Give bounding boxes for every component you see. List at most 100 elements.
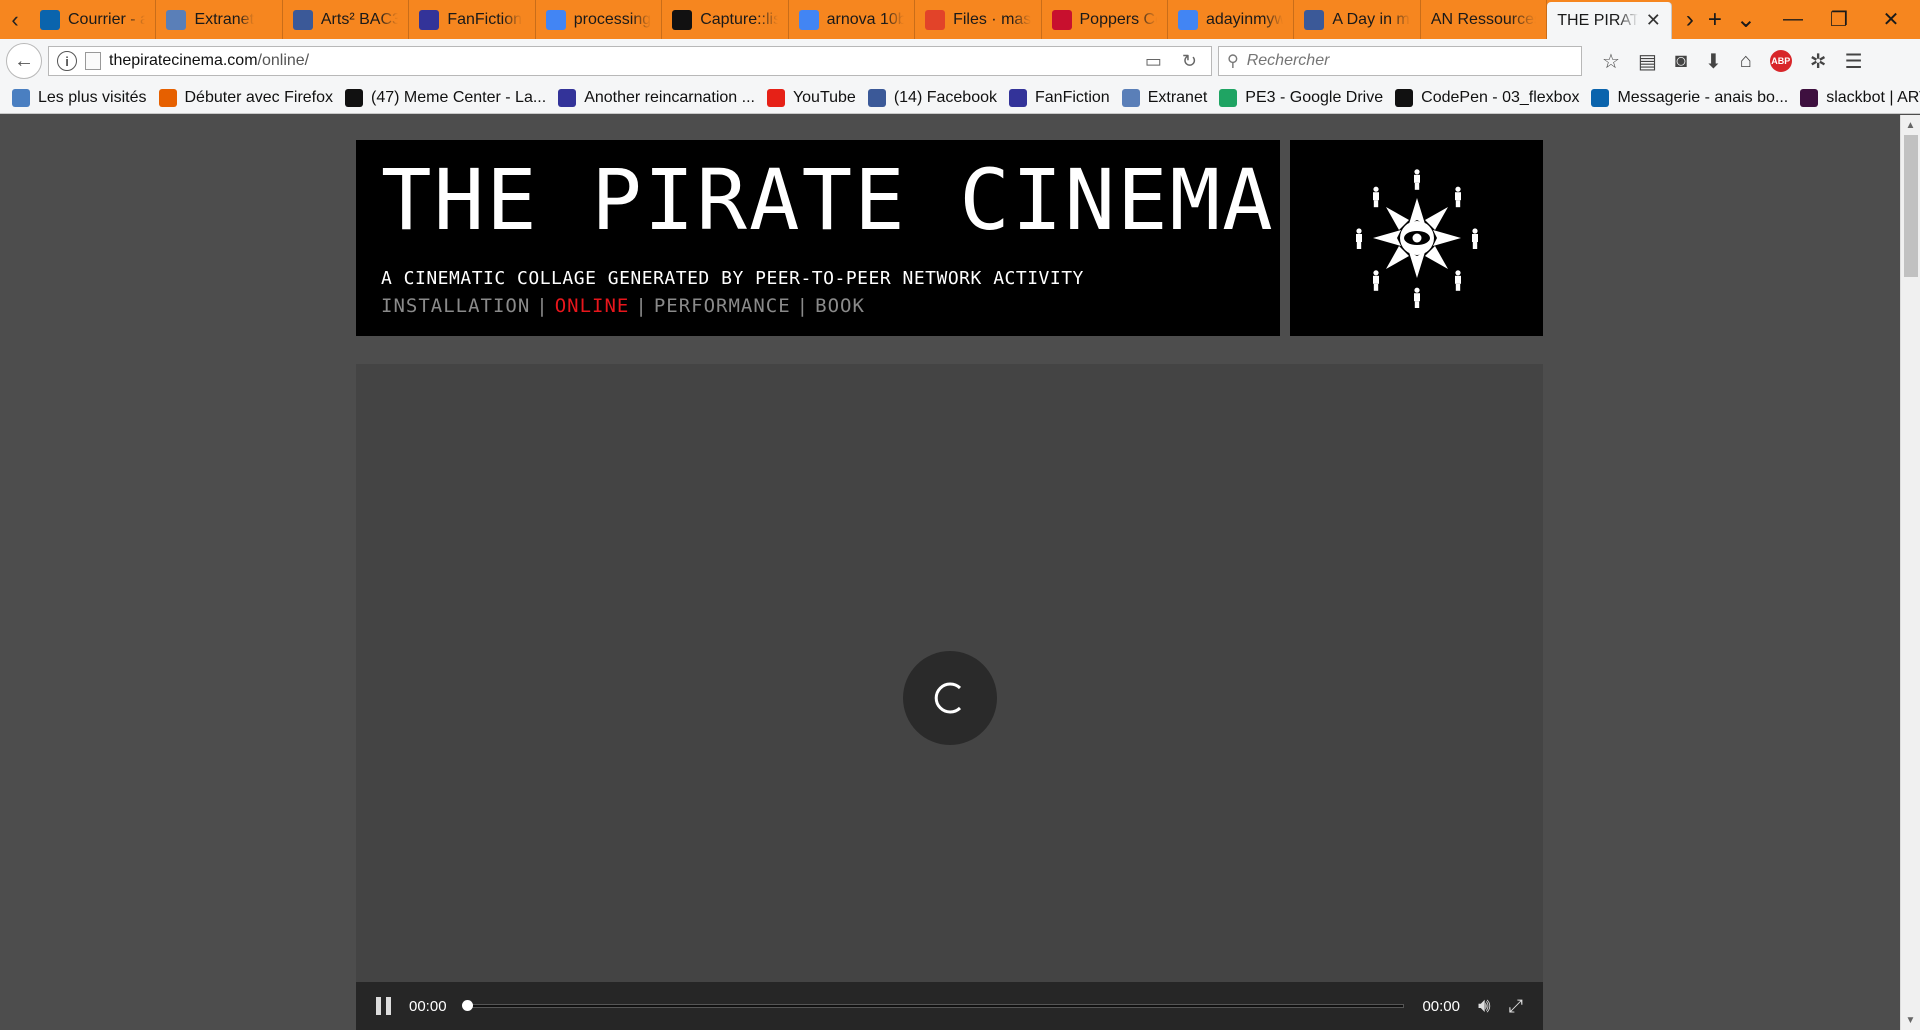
person-figure-icon	[1454, 186, 1461, 208]
address-bar[interactable]: i thepiratecinema.com/online/ ▭ ↻	[48, 46, 1212, 76]
tab[interactable]: Capture::lis	[662, 0, 789, 39]
outlook-icon	[40, 9, 60, 30]
tab[interactable]: Poppers Cc	[1042, 0, 1168, 39]
menu-item-online[interactable]: ONLINE	[555, 295, 630, 317]
person-figure-icon	[1372, 186, 1379, 208]
tab-list: Courrier - a Extranet Arts² BAC3 FanFiction…	[30, 0, 1672, 39]
menu-hamburger-icon[interactable]: ☰	[1845, 49, 1863, 74]
page-scrollbar[interactable]: ▲ ▼	[1900, 115, 1920, 1030]
fanfiction-icon	[558, 89, 577, 107]
home-icon[interactable]: ⌂	[1740, 50, 1752, 73]
bookmark-item[interactable]: YouTube	[766, 89, 856, 107]
tab-label: Files · mast	[953, 10, 1031, 28]
bookmark-item[interactable]: CodePen - 03_flexbox	[1395, 89, 1579, 107]
scroll-up-icon[interactable]: ▲	[1901, 115, 1920, 135]
search-box[interactable]: ⚲	[1218, 46, 1582, 76]
bookmark-label: FanFiction	[1035, 89, 1110, 106]
bookmark-label: Messagerie - anais bo...	[1617, 89, 1789, 106]
tab[interactable]: AN Ressources	[1421, 0, 1548, 39]
tab[interactable]: FanFiction	[409, 0, 536, 39]
restore-icon[interactable]: ❐	[1816, 0, 1862, 39]
reload-icon[interactable]: ↻	[1176, 51, 1203, 72]
tab-label: Extranet	[194, 10, 255, 28]
minimize-icon[interactable]: —	[1770, 0, 1816, 39]
bookmark-item[interactable]: Messagerie - anais bo...	[1591, 89, 1788, 107]
tab-scroll-right-icon[interactable]: ›	[1686, 6, 1694, 34]
person-figure-icon	[1413, 169, 1420, 190]
tab[interactable]: Files · mast	[915, 0, 1042, 39]
fullscreen-icon[interactable]: ⤢	[1509, 996, 1523, 1017]
tab-label: AN Ressources	[1430, 10, 1537, 28]
progress-knob[interactable]	[461, 1000, 473, 1011]
fanfiction-icon	[1009, 89, 1027, 107]
tab[interactable]: Courrier - a	[30, 0, 157, 39]
search-icon: ⚲	[1227, 53, 1239, 70]
tab[interactable]: A Day in m	[1294, 0, 1421, 39]
bookmark-item[interactable]: Débuter avec Firefox	[158, 89, 333, 107]
tab-label: Arts² BAC3	[320, 10, 399, 28]
menu-item-book[interactable]: BOOK	[815, 295, 865, 317]
tab[interactable]: adayinmyw	[1168, 0, 1295, 39]
bookmark-item[interactable]: FanFiction	[1009, 89, 1110, 107]
adblock-plus-icon[interactable]: ABP	[1769, 50, 1792, 72]
pause-button[interactable]	[376, 997, 391, 1015]
google-icon	[1177, 9, 1198, 30]
tab[interactable]: Extranet	[156, 0, 283, 39]
tab-label: FanFiction	[447, 10, 523, 28]
reader-view-icon[interactable]: ▭	[1139, 51, 1168, 72]
tab-strip: ‹ Courrier - a Extranet Arts² BAC3 FanFicti…	[0, 0, 1920, 39]
menu-item-performance[interactable]: PERFORMANCE	[654, 295, 791, 317]
person-figure-icon	[1413, 287, 1420, 308]
tab[interactable]: processing	[536, 0, 663, 39]
url-host: thepiratecinema.com	[109, 52, 258, 69]
site-title: THE PIRATE CINEMA	[381, 151, 1275, 249]
menu-item-installation[interactable]: INSTALLATION	[381, 295, 530, 317]
bookmark-item[interactable]: Les plus visités	[12, 89, 147, 107]
scroll-down-icon[interactable]: ▼	[1901, 1010, 1920, 1030]
search-input[interactable]	[1246, 52, 1573, 70]
record-icon	[1051, 9, 1072, 30]
site-header: THE PIRATE CINEMA A CINEMATIC COLLAGE GE…	[356, 140, 1280, 336]
bookmarks-library-icon[interactable]: ▤	[1638, 49, 1657, 74]
volume-icon[interactable]: 🔊︎	[1478, 995, 1491, 1018]
close-window-icon[interactable]: ✕	[1862, 0, 1920, 39]
bookmark-label: Les plus visités	[38, 89, 147, 106]
pocket-icon[interactable]: ◙	[1675, 50, 1687, 73]
bookmark-label: (47) Meme Center - La...	[371, 89, 547, 106]
progress-bar[interactable]	[461, 1000, 1405, 1011]
bookmark-item[interactable]: Extranet	[1121, 89, 1207, 107]
bookmark-label: (14) Facebook	[893, 89, 997, 106]
extension-icon[interactable]: ✲	[1810, 49, 1827, 74]
google-drive-icon	[1219, 89, 1238, 107]
new-tab-icon[interactable]: +	[1708, 6, 1722, 34]
downloads-icon[interactable]: ⬇	[1705, 49, 1722, 74]
bookmark-item[interactable]: (47) Meme Center - La...	[345, 89, 546, 107]
bookmark-label: CodePen - 03_flexbox	[1421, 89, 1580, 106]
tab-label: processing	[573, 10, 652, 28]
tab[interactable]: arnova 10b	[789, 0, 916, 39]
page-content: THE PIRATE CINEMA A CINEMATIC COLLAGE GE…	[0, 115, 1900, 1030]
bookmark-item[interactable]: slackbot | ARTS² Slack	[1800, 89, 1920, 107]
eye-network-logo-icon	[1355, 169, 1478, 308]
loading-spinner-icon	[903, 651, 997, 745]
tab-list-dropdown-icon[interactable]: ⌄	[1736, 5, 1756, 34]
back-button[interactable]: ←	[6, 43, 42, 79]
tab-scroll-left-icon[interactable]: ‹	[0, 0, 30, 39]
scroll-thumb[interactable]	[1904, 135, 1918, 277]
back-arrow-icon: ←	[14, 49, 34, 72]
bookmark-label: PE3 - Google Drive	[1245, 89, 1384, 106]
close-tab-icon[interactable]: ✕	[1646, 10, 1661, 31]
extranet-icon	[166, 9, 187, 30]
bookmark-item[interactable]: (14) Facebook	[867, 89, 997, 107]
url-text[interactable]: thepiratecinema.com/online/	[109, 52, 1131, 70]
google-icon	[545, 9, 566, 30]
bookmark-item[interactable]: Another reincarnation ...	[558, 89, 755, 107]
bookmark-star-icon[interactable]: ☆	[1602, 49, 1620, 74]
person-figure-icon	[1355, 228, 1362, 249]
site-info-icon[interactable]: i	[57, 51, 77, 71]
video-player[interactable]: 00:00 00:00 🔊︎ ⤢	[356, 364, 1543, 1030]
tab-active[interactable]: THE PIRATE CINEMA ✕	[1547, 2, 1672, 39]
bookmark-item[interactable]: PE3 - Google Drive	[1219, 89, 1383, 107]
video-controls: 00:00 00:00 🔊︎ ⤢	[356, 982, 1543, 1030]
tab[interactable]: Arts² BAC3	[283, 0, 410, 39]
